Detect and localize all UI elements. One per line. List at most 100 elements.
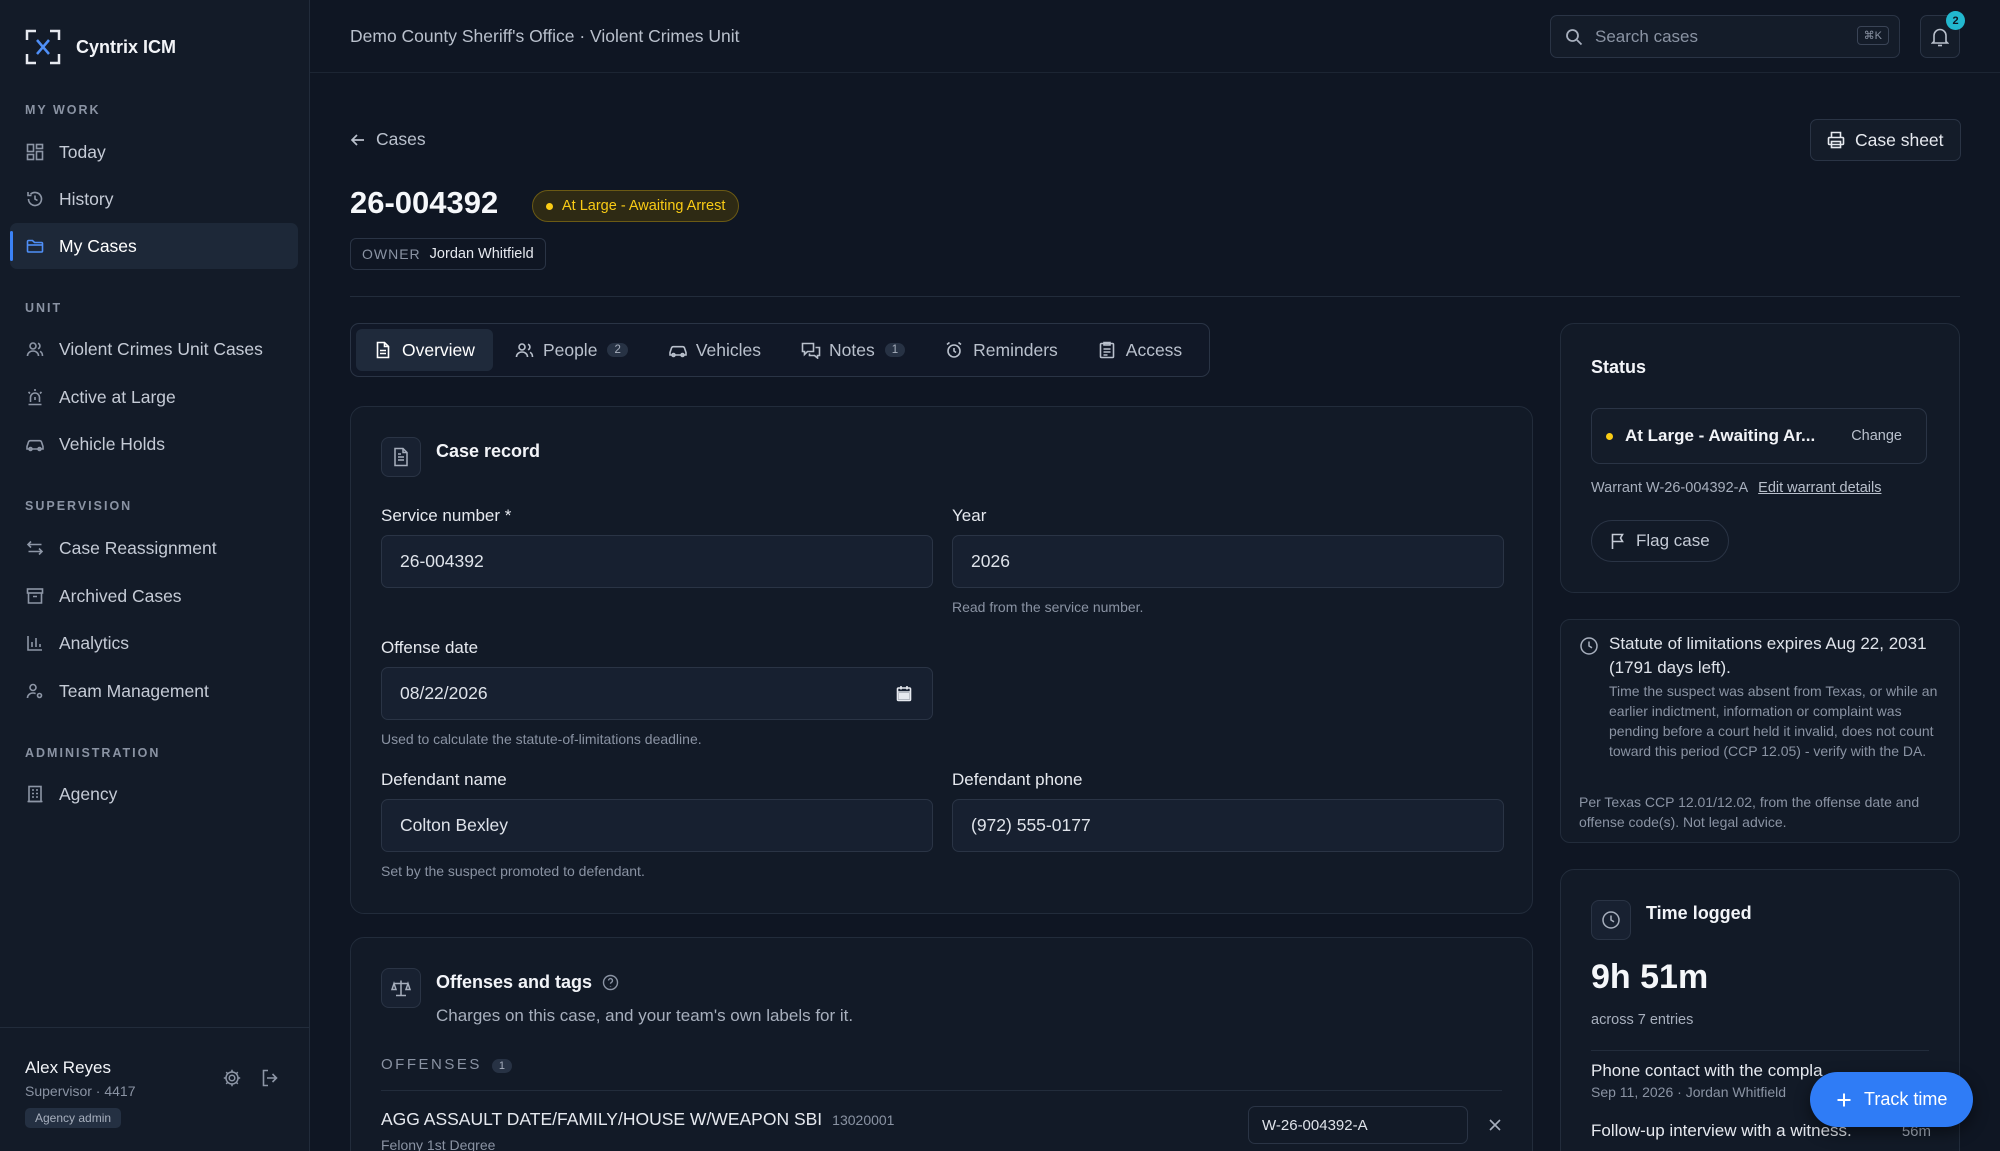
grid-icon [25,142,45,162]
time-entry-title: Phone contact with the compla [1591,1061,1823,1080]
calendar-icon[interactable] [896,685,912,702]
sidebar-item-label: Case Reassignment [59,537,217,558]
sidebar-item-today[interactable]: Today [10,129,298,175]
building-icon [25,784,45,804]
remove-offense-close-icon[interactable] [1488,1118,1502,1132]
swap-icon [25,538,45,558]
case-sheet-button[interactable]: Case sheet [1810,119,1961,161]
divider [350,296,1960,297]
flag-case-button[interactable]: Flag case [1591,520,1729,562]
sidebar-item-analytics[interactable]: Analytics [10,620,298,666]
year-hint: Read from the service number. [952,599,1144,615]
search-icon [1565,28,1583,46]
section-supervision: SUPERVISION [25,499,133,513]
sidebar-item-history[interactable]: History [10,176,298,222]
offense-date-value: 08/22/2026 [400,683,488,703]
card-title: Offenses and tags [436,972,593,992]
printer-icon [1827,131,1845,149]
tab-label: Vehicles [695,339,762,360]
offenses-count: 1 [491,1059,512,1073]
sidebar-item-active-at-large[interactable]: Active at Large [10,374,298,420]
settings-gear-icon[interactable] [222,1068,244,1090]
status-selector: At Large - Awaiting Ar... Change [1591,408,1927,464]
back-link[interactable]: Cases [350,129,426,150]
time-entry-title: Follow-up interview with a witness. [1591,1121,1852,1140]
status-card: Status At Large - Awaiting Ar... Change … [1560,323,1960,593]
time-entries-count: across 7 entries [1591,1012,1694,1028]
tab-notes[interactable]: Notes 1 [783,329,923,371]
brand[interactable]: Cyntrix ICM [24,28,176,66]
bell-icon [1931,27,1949,47]
logout-icon[interactable] [260,1068,282,1090]
user-role-badge: Agency admin [25,1108,122,1128]
service-number-field[interactable]: 26-004392 [381,535,933,588]
top-bar: Demo County Sheriff's Office · Violent C… [310,0,2000,73]
year-field[interactable]: 2026 [952,535,1504,588]
tab-reminders[interactable]: Reminders [927,329,1076,371]
sidebar-item-my-cases[interactable]: My Cases [10,223,298,269]
owner-value: Jordan Whitfield [429,246,534,262]
offense-date-field[interactable]: 08/22/2026 [381,667,933,720]
car-icon [668,341,687,359]
track-time-button[interactable]: Track time [1810,1072,1974,1127]
status-badge-label: At Large - Awaiting Arrest [562,198,726,214]
offense-date-label: Offense date [381,638,479,657]
sidebar-item-label: Violent Crimes Unit Cases [59,338,263,359]
alarm-icon [945,341,963,359]
main-content: Cases Case sheet 26-004392 At Large - Aw… [310,73,2000,1151]
sidebar-item-case-reassignment[interactable]: Case Reassignment [10,525,298,571]
notifications-button[interactable]: 2 [1920,11,1965,58]
owner-chip: OWNER Jordan Whitfield [350,238,546,270]
offenses-subtitle: Charges on this case, and your team's ow… [436,1006,854,1025]
offense-degree: Felony 1st Degree [381,1137,496,1151]
clipboard-icon [1098,341,1116,359]
edit-warrant-link[interactable]: Edit warrant details [1758,480,1881,496]
org-title: Demo County Sheriff's Office · Violent C… [350,26,740,46]
help-icon[interactable] [602,974,619,991]
warrant-text: Warrant W-26-004392-A [1591,480,1749,496]
case-tabs: Overview People 2 Vehicles Notes 1 Remin… [350,323,1210,377]
sidebar-item-label: Agency [59,783,118,804]
offense-date-hint: Used to calculate the statute-of-limitat… [381,731,702,747]
case-sheet-label: Case sheet [1855,129,1944,150]
sidebar-item-archived-cases[interactable]: Archived Cases [10,573,298,619]
change-status-button[interactable]: Change [1851,428,1902,444]
sidebar-item-label: Archived Cases [59,585,182,606]
user-name: Alex Reyes [25,1058,111,1077]
card-title: Status [1591,357,1647,377]
offenses-heading-label: OFFENSES [381,1056,482,1073]
app-name: Cyntrix ICM [76,36,177,57]
document-icon [374,341,392,359]
sidebar-item-label: Vehicle Holds [59,433,166,454]
time-entry[interactable]: Phone contact with the compla Sep 11, 20… [1591,1061,1823,1100]
defendant-name-field[interactable]: Colton Bexley [381,799,933,852]
service-number-label: Service number * [381,506,512,525]
clock-icon [1579,636,1599,656]
archive-icon [25,586,45,606]
tab-label: Reminders [973,339,1058,360]
sidebar-item-vehicle-holds[interactable]: Vehicle Holds [10,421,298,467]
statute-body: Time the suspect was absent from Texas, … [1609,683,1938,759]
offense-warrant-field[interactable]: W-26-004392-A [1248,1106,1468,1144]
bar-chart-icon [25,633,45,653]
defendant-phone-field[interactable]: (972) 555-0177 [952,799,1504,852]
flag-icon [1610,533,1626,550]
logo-icon [24,28,62,66]
plus-icon [1836,1092,1852,1108]
offense-row: AGG ASSAULT DATE/FAMILY/HOUSE W/WEAPON S… [381,1109,894,1130]
card-title: Time logged [1646,903,1752,923]
statute-card: Statute of limitations expires Aug 22, 2… [1560,619,1960,843]
sidebar-item-team-management[interactable]: Team Management [10,668,298,714]
divider [381,1090,1502,1091]
sidebar: Cyntrix ICM MY WORK Today History My Cas… [0,0,310,1151]
sidebar-item-agency[interactable]: Agency [10,771,298,817]
tab-vehicles[interactable]: Vehicles [650,329,779,371]
tab-overview[interactable]: Overview [356,329,493,371]
search-input[interactable] [1595,26,1845,47]
sidebar-item-violent-crimes-unit-cases[interactable]: Violent Crimes Unit Cases [10,326,298,372]
search-box[interactable]: ⌘K [1550,15,1900,58]
case-number: 26-004392 [350,185,499,220]
tab-access[interactable]: Access [1080,329,1200,371]
statute-footnote: Per Texas CCP 12.01/12.02, from the offe… [1579,794,1920,830]
tab-people[interactable]: People 2 [497,329,646,371]
